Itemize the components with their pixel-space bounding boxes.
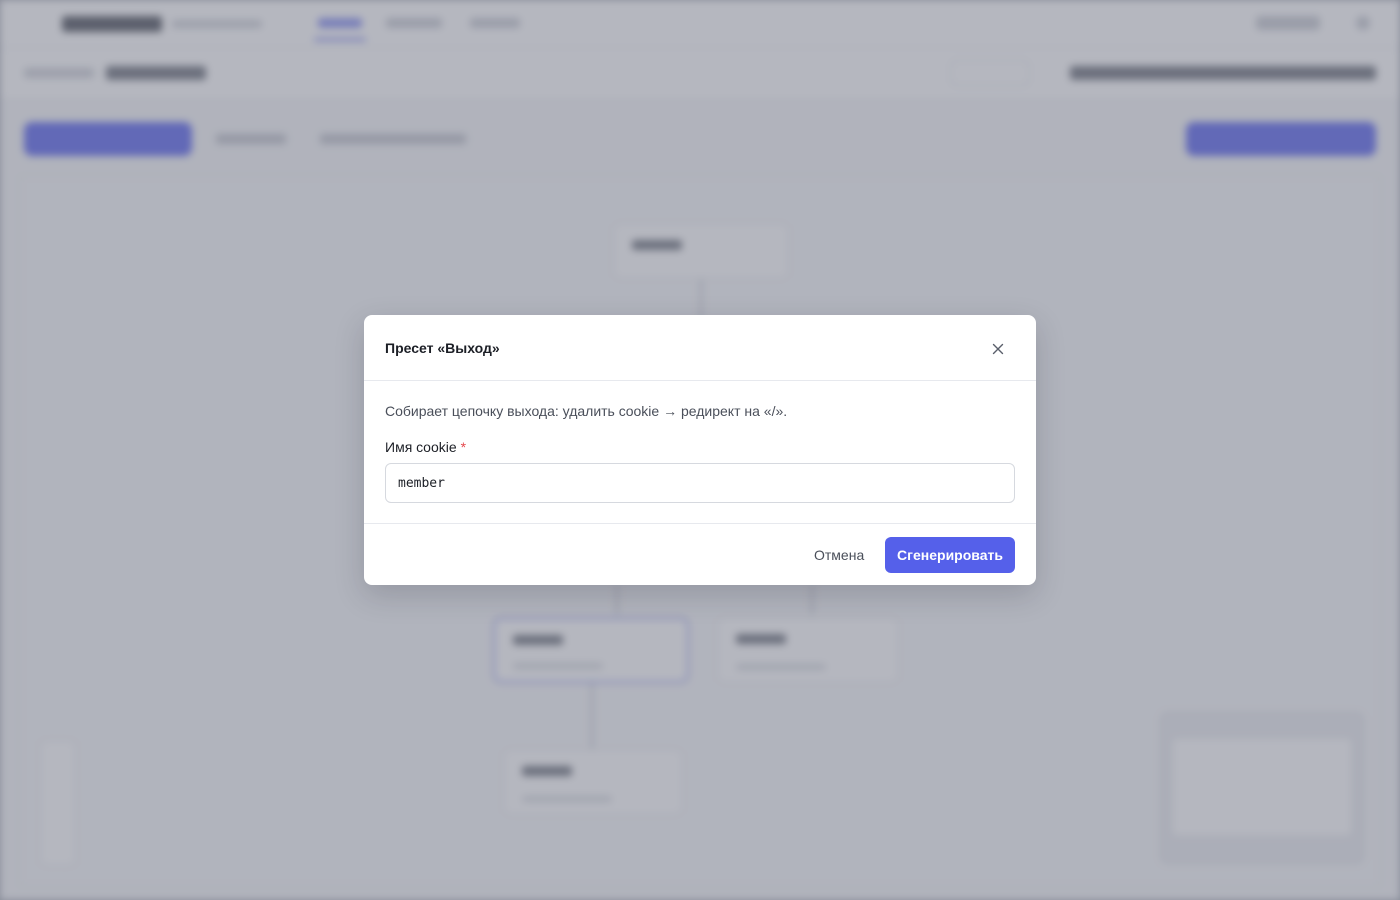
close-button[interactable]: [986, 337, 1010, 361]
dialog-footer: Отмена Сгенерировать: [364, 523, 1036, 585]
cookie-name-label-text: Имя cookie: [385, 439, 457, 455]
cancel-button[interactable]: Отмена: [804, 537, 874, 573]
preset-dialog: Пресет «Выход» Собирает цепочку выхода: …: [364, 315, 1036, 585]
cookie-name-input[interactable]: [385, 463, 1015, 503]
dialog-body: Собирает цепочку выхода: удалить cookie …: [364, 381, 1036, 523]
dialog-title: Пресет «Выход»: [385, 340, 500, 356]
required-marker: *: [460, 439, 467, 455]
dialog-description: Собирает цепочку выхода: удалить cookie …: [385, 403, 788, 419]
close-icon: [992, 343, 1004, 355]
cookie-name-label: Имя cookie *: [385, 439, 466, 455]
generate-button[interactable]: Сгенерировать: [885, 537, 1015, 573]
dialog-header: Пресет «Выход»: [364, 315, 1036, 381]
